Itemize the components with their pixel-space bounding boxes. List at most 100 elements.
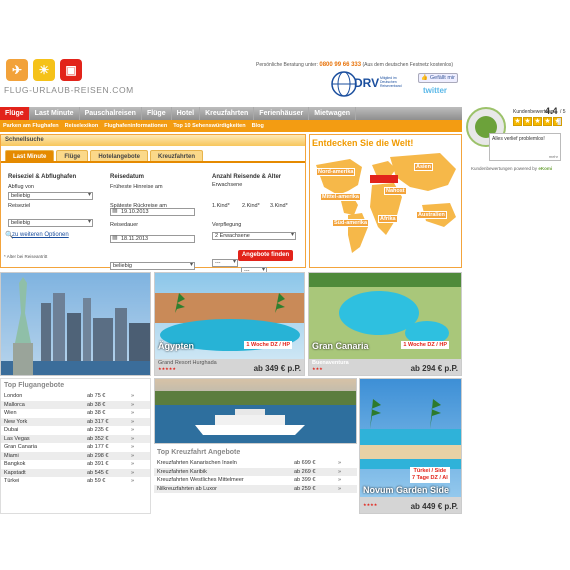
tab-fluege[interactable]: Flüge [56,150,89,161]
thumb-icon: 👍 [421,75,428,81]
erwachsene-select[interactable]: 2 Erwachsene [212,232,296,240]
subnav-blog[interactable]: Blog [249,120,267,132]
abflug-select[interactable]: beliebig [8,192,93,200]
review-more-link[interactable]: mehr [549,154,558,159]
flight-row[interactable]: Las Vegas ab 352 € » [1,434,150,443]
ekomi-footer: Kundenbewertungen powered by eKomi [471,166,552,171]
age-note: * Alter bei Reiseantritt [4,254,48,259]
flight-city: New York [4,418,28,425]
subnav-top10[interactable]: Top 10 Sehenswürdigkeiten [170,120,248,132]
egypt-ribbon: 1 Woche DZ / HP [244,341,292,349]
flight-row[interactable]: Mallorca ab 38 € » [1,400,150,409]
flight-city: Bangkok [4,461,26,467]
col-travelers-title: Anzahl Reisende & Alter [212,174,282,180]
subnav-flughafeninfo[interactable]: Flughafeninformationen [101,120,170,132]
facebook-like-button[interactable]: 👍 Gefällt mir [418,73,458,83]
nav-item-ferienhaeuser[interactable]: Ferienhäuser [254,107,310,120]
review-snippet: Alles verlief problemlos! mehr [489,133,561,161]
flight-price: ab 235 € [87,427,109,433]
col-destination-title: Reiseziel & Abflughafen [8,174,77,180]
tab-last-minute[interactable]: Last Minute [5,150,55,161]
flight-city: Miami [4,452,19,459]
reisedauer-select[interactable]: beliebig [110,262,195,270]
cruise-row[interactable]: Kreuzfahrten Kanarischen Inseln ab 699 € » [154,459,357,468]
find-offers-button[interactable]: Angebote finden [238,250,293,261]
hinreise-date-input[interactable]: 19.10.2013 [110,208,195,216]
arrow-icon: » [338,460,342,466]
twitter-link[interactable]: twitter [423,86,447,95]
flight-row[interactable]: Dubai ab 235 € » [1,426,150,435]
subnav-parken[interactable]: Parken am Flughafen [0,120,62,132]
subnav-reiselexikon[interactable]: Reiselexikon [62,120,102,132]
egypt-price: ab 349 € p.P. [253,364,301,373]
nav-item-kreuzfahrten[interactable]: Kreuzfahrten [200,107,255,120]
star-icon: ★ [543,117,552,126]
flight-row[interactable]: Türkei ab 59 € » [1,477,150,486]
rueckreise-date-input[interactable]: 18.11.2013 [110,235,195,243]
flight-price: ab 298 € [87,452,109,459]
top-flights-panel: Top Flugangebote London ab 75 € » Mallorca a… [0,378,151,514]
flight-price: ab 177 € [87,444,109,450]
nav-item-flights-home[interactable]: Flüge [0,107,30,120]
quick-search-panel: Schnellsuche Last Minute Flüge Hotelange… [0,134,306,268]
flight-row[interactable]: Wien ab 38 € » [1,409,150,418]
phone-number[interactable]: 0800 99 66 333 [319,62,361,68]
star-icon: ★ [513,117,522,126]
nav-item-fluege[interactable]: Flüge [142,107,172,120]
flight-city: London [4,393,23,399]
arrow-icon: » [131,410,135,416]
cruise-price: ab 259 € [294,485,316,492]
flight-price: ab 391 € [87,461,109,467]
arrow-icon: » [131,461,135,467]
top-cruises-panel: Top Kreuzfahrt Angebote Kreuzfahrten Kan… [154,446,357,514]
tab-hotelangebote[interactable]: Hotelangebote [90,150,149,161]
region-nordamerika[interactable]: Nord-amerika [316,168,356,176]
arrow-icon: » [131,444,135,450]
arrow-icon: » [338,485,342,492]
flight-row[interactable]: London ab 75 € » [1,392,150,401]
nav-item-last-minute[interactable]: Last Minute [30,107,80,120]
region-mittelamerika[interactable]: Mittel-amerika [320,193,361,201]
cruise-row[interactable]: Kreuzfahrten Karibik ab 269 € » [154,467,357,476]
tile-new-york[interactable] [0,272,151,376]
top-flights-title: Top Flugangebote [4,382,65,389]
tile-cruise[interactable] [154,378,357,444]
flight-row[interactable]: Miami ab 298 € » [1,451,150,460]
reiseziel-select[interactable]: beliebig [8,219,93,227]
cruise-name: Kreuzfahrten Westliches Mittelmeer [157,477,244,483]
tab-kreuzfahrten[interactable]: Kreuzfahrten [150,150,204,161]
region-nahost[interactable]: Nahost [384,187,407,195]
flight-city: Türkei [4,478,20,484]
flight-row[interactable]: New York ab 317 € » [1,417,150,426]
kind1-select[interactable]: --- [212,259,238,267]
region-asien[interactable]: Asien [414,163,433,171]
nav-item-mietwagen[interactable]: Mietwagen [309,107,357,120]
arrow-icon: » [131,435,135,442]
cruise-row[interactable]: Kreuzfahrten Westliches Mittelmeer ab 399… [154,476,357,485]
flight-row[interactable]: Kapstadt ab 545 € » [1,468,150,477]
region-afrika[interactable]: Afrika [378,215,398,223]
nav-item-hotel[interactable]: Hotel [172,107,201,120]
logo[interactable]: ✈ ☀ ▣ [6,59,82,81]
arrow-icon: » [338,477,342,483]
kind3-label: 3.Kind* [270,203,288,209]
phone-prefix: Persönliche Beratung unter: [256,62,318,68]
flight-row[interactable]: Bangkok ab 391 € » [1,460,150,469]
cruise-row[interactable]: Nilkreuzfahrten ab Luxor ab 259 € » [154,484,357,493]
more-options-link[interactable]: zu weiteren Optionen [12,232,69,238]
tile-gran-canaria[interactable]: 1 Woche DZ / HP Gran Canaria Buenaventur… [308,272,462,376]
ekomi-footer-text: Kundenbewertungen powered by [471,166,538,171]
drv-label: DRV [354,76,380,90]
drv-logo: DRV Mitglied im Deutschen Reiseverband [330,70,410,98]
flight-row[interactable]: Gran Canaria ab 177 € » [1,443,150,452]
kind1-label: 1.Kind* [212,203,230,209]
region-australien[interactable]: Australien [416,211,447,219]
tile-turkey[interactable]: Türkei / Side 7 Tage DZ / AI Novum Garde… [359,378,462,514]
region-suedamerika[interactable]: Süd-amerika [332,219,370,227]
erwachsene-label: Erwachsene [212,182,243,188]
world-map-panel: Nord-amerika Asien Nahost Mittel-amerika… [309,134,462,268]
tile-egypt[interactable]: 1 Woche DZ / HP Ägypten Grand Resort Hur… [154,272,305,376]
nav-item-pauschalreisen[interactable]: Pauschalreisen [80,107,142,120]
flight-city: Wien [4,410,17,416]
flight-price: ab 545 € [87,469,109,476]
